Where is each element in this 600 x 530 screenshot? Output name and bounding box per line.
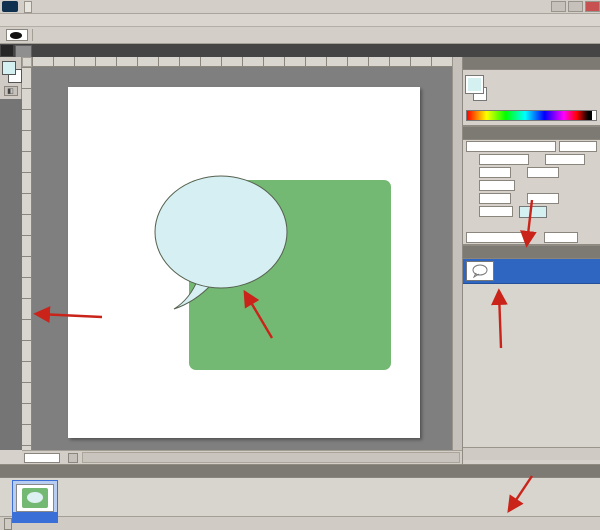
minimize-button[interactable] (551, 1, 566, 12)
animation-controls (0, 516, 600, 530)
foreground-color-swatch[interactable] (466, 76, 483, 93)
kerning-field[interactable] (527, 193, 559, 204)
panel-color-swatches[interactable] (466, 74, 486, 104)
font-size-field[interactable] (479, 154, 529, 165)
close-button[interactable] (585, 1, 600, 12)
vertical-scrollbar[interactable] (452, 57, 462, 450)
ruler-corner (22, 57, 32, 67)
horizontal-scale-field[interactable] (527, 167, 559, 178)
color-panel-tabs (463, 57, 600, 70)
language-select[interactable] (466, 232, 528, 243)
speech-bubble-shape-icon (10, 32, 22, 39)
paths-panel-tabs (463, 246, 600, 259)
frame-thumbnail-bubble (27, 492, 43, 503)
paths-panel (463, 246, 600, 460)
dock-icon (1, 45, 13, 56)
document-window[interactable] (22, 57, 462, 450)
color-spectrum-ramp[interactable] (466, 110, 597, 121)
document-canvas[interactable] (68, 87, 420, 438)
text-color-swatch[interactable] (519, 206, 547, 218)
animation-panel (0, 464, 600, 530)
path-thumbnail (466, 261, 494, 281)
frame-thumbnail (16, 484, 54, 512)
document-tab-strip (0, 44, 600, 57)
color-panel (463, 57, 600, 127)
animation-frames-area (0, 478, 600, 516)
leading-field[interactable] (545, 154, 585, 165)
tracking-field[interactable] (479, 193, 511, 204)
toolbar: ◧ (0, 57, 22, 99)
proportional-spacing-field[interactable] (479, 180, 515, 191)
panel-dock (462, 57, 600, 464)
baseline-shift-field[interactable] (479, 206, 513, 217)
color-swatches[interactable] (1, 60, 21, 84)
custom-shape-picker[interactable] (6, 29, 28, 41)
photoshop-window: ◧ (0, 0, 600, 530)
tools-dock: ◧ (0, 57, 22, 450)
animation-frame[interactable] (12, 480, 58, 523)
character-panel (463, 127, 600, 246)
character-panel-tabs (463, 127, 600, 140)
foreground-color-swatch[interactable] (2, 61, 16, 75)
quick-mask-button[interactable]: ◧ (4, 86, 18, 96)
vertical-ruler[interactable] (22, 67, 32, 450)
horizontal-scrollbar[interactable] (82, 452, 460, 463)
anti-alias-select[interactable] (544, 232, 578, 243)
vertical-scale-field[interactable] (479, 167, 511, 178)
application-title-bar (0, 0, 600, 14)
font-family-select[interactable] (466, 141, 556, 152)
photoshop-logo (2, 1, 18, 12)
status-bar (22, 450, 462, 464)
status-zoom-field[interactable] (24, 453, 60, 463)
animation-panel-tabs (0, 465, 600, 478)
frame-delay-select[interactable] (13, 512, 57, 522)
green-rounded-square-shape (189, 180, 391, 370)
menu-bar (0, 14, 600, 27)
font-style-select[interactable] (559, 141, 597, 152)
tool-options-bar (0, 27, 600, 44)
work-path-row[interactable] (463, 259, 600, 284)
status-info-menu-button[interactable] (68, 453, 78, 463)
paths-panel-footer (463, 447, 600, 460)
horizontal-ruler[interactable] (32, 57, 452, 67)
restore-button[interactable] (568, 1, 583, 12)
divider (32, 29, 33, 41)
loop-count-select[interactable] (4, 518, 12, 530)
document-tab[interactable] (15, 45, 32, 57)
zoom-level-field[interactable] (24, 1, 32, 13)
